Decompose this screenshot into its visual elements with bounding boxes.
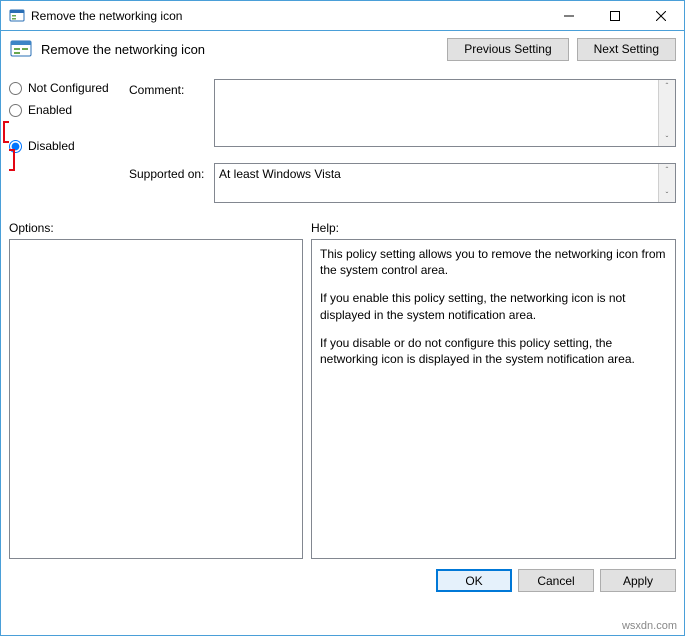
radio-not-configured-label: Not Configured	[28, 81, 109, 95]
window-title: Remove the networking icon	[31, 9, 546, 23]
supported-on-label: Supported on:	[129, 163, 214, 203]
page-title: Remove the networking icon	[41, 42, 439, 57]
options-label: Options:	[9, 221, 311, 235]
ok-button[interactable]: OK	[436, 569, 512, 592]
radio-disabled[interactable]: Disabled	[9, 139, 129, 153]
options-pane	[9, 239, 303, 559]
policy-icon	[9, 8, 25, 24]
next-setting-button[interactable]: Next Setting	[577, 38, 676, 61]
close-button[interactable]	[638, 1, 684, 31]
help-label: Help:	[311, 221, 339, 235]
radio-not-configured-input[interactable]	[9, 82, 22, 95]
help-paragraph-2: If you enable this policy setting, the n…	[320, 290, 667, 322]
radio-enabled-input[interactable]	[9, 104, 22, 117]
previous-setting-button[interactable]: Previous Setting	[447, 38, 568, 61]
scrollbar[interactable]: ˆˇ	[658, 80, 675, 146]
comment-label: Comment:	[129, 79, 214, 153]
radio-enabled-label: Enabled	[28, 103, 72, 117]
radio-disabled-input[interactable]	[9, 140, 22, 153]
supported-on-value: At least Windows Vista	[215, 164, 658, 202]
help-paragraph-3: If you disable or do not configure this …	[320, 335, 667, 367]
policy-large-icon	[9, 37, 33, 61]
radio-not-configured[interactable]: Not Configured	[9, 81, 129, 95]
maximize-button[interactable]	[592, 1, 638, 31]
radio-enabled[interactable]: Enabled	[9, 103, 129, 117]
help-paragraph-1: This policy setting allows you to remove…	[320, 246, 667, 278]
radio-disabled-label: Disabled	[28, 139, 75, 153]
comment-textarea[interactable]	[215, 80, 658, 146]
scrollbar[interactable]: ˆˇ	[658, 164, 675, 202]
minimize-button[interactable]	[546, 1, 592, 31]
help-pane: This policy setting allows you to remove…	[311, 239, 676, 559]
apply-button[interactable]: Apply	[600, 569, 676, 592]
cancel-button[interactable]: Cancel	[518, 569, 594, 592]
